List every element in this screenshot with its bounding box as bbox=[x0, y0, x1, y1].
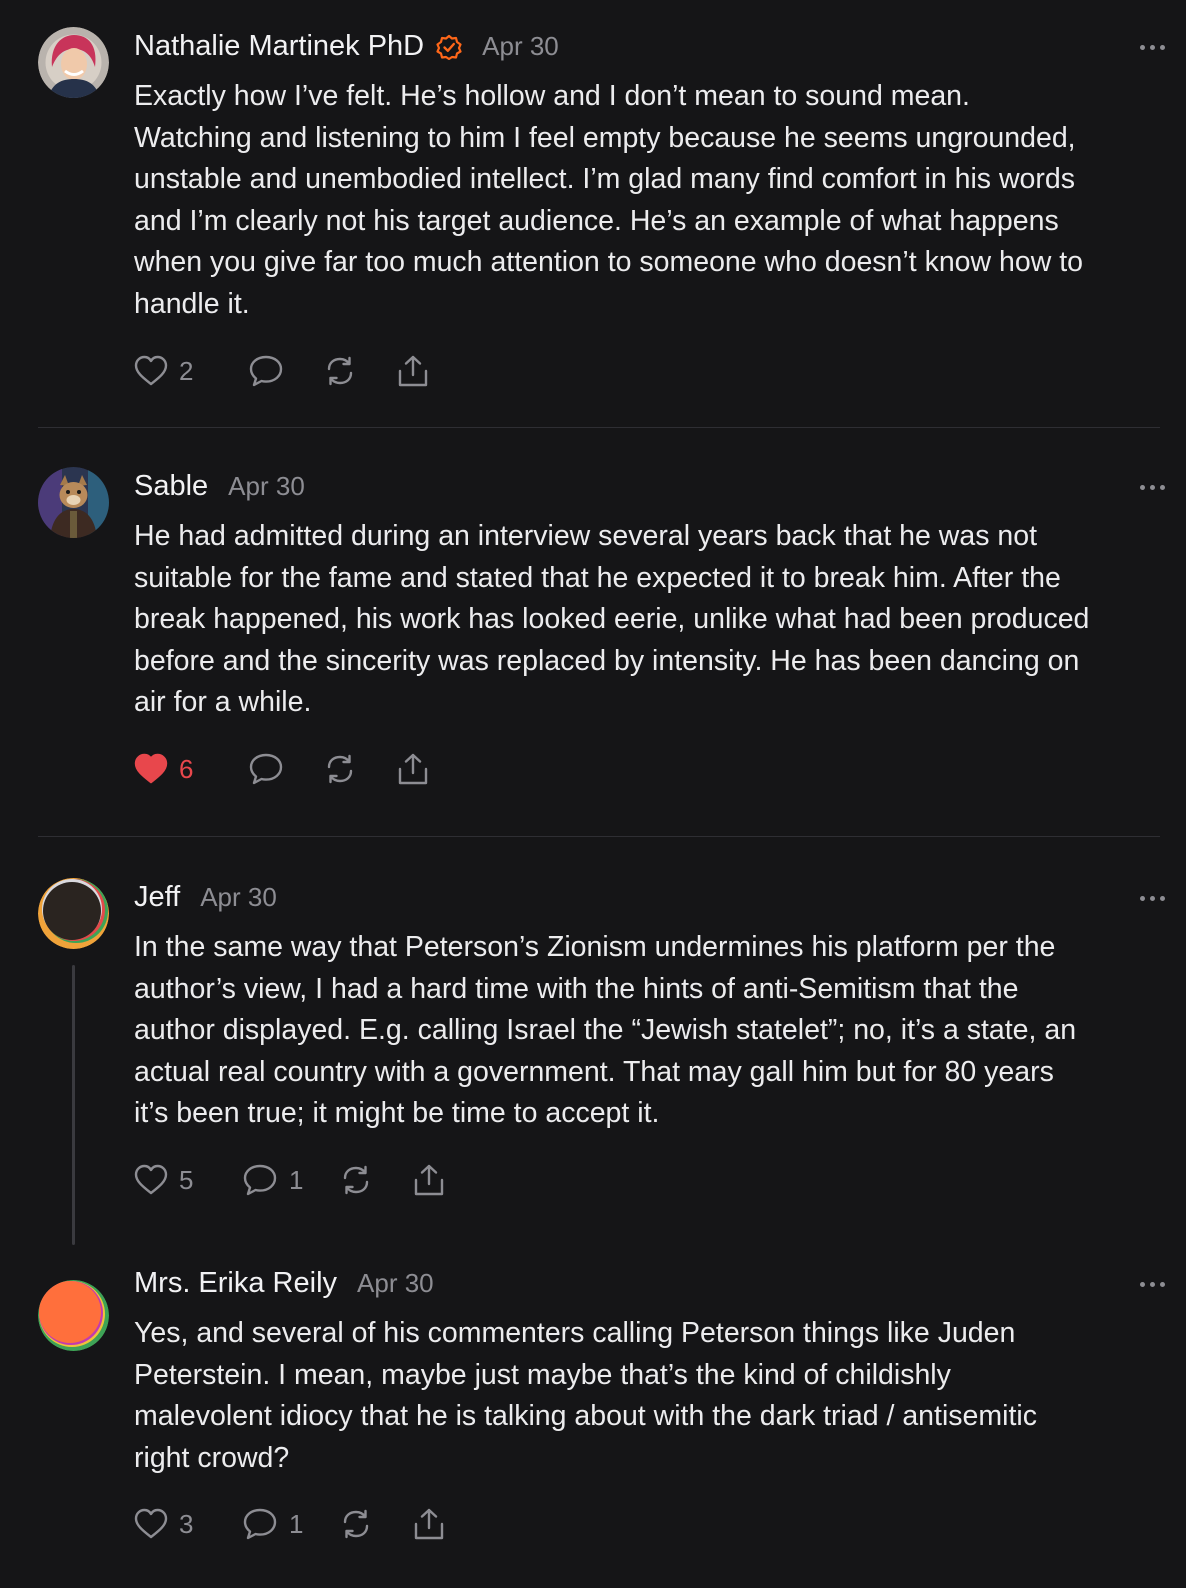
comment-card: Mrs. Erika Reily Apr 30 Yes, and several… bbox=[0, 1257, 1186, 1588]
comment-text: Exactly how I’ve felt. He’s hollow and I… bbox=[134, 80, 1083, 320]
thread-line bbox=[72, 965, 75, 1245]
share-icon bbox=[398, 753, 428, 785]
comment-bubble-icon bbox=[243, 1164, 277, 1196]
more-options-icon[interactable] bbox=[1140, 894, 1166, 902]
heart-icon bbox=[134, 355, 168, 386]
reply-count: 1 bbox=[289, 1164, 304, 1195]
comment-card: Nathalie Martinek PhD Apr 30 Exactly how… bbox=[0, 0, 1186, 426]
avatar[interactable] bbox=[38, 467, 109, 538]
share-icon bbox=[414, 1164, 444, 1196]
like-count: 5 bbox=[179, 1164, 194, 1195]
restack-icon bbox=[343, 1509, 369, 1539]
author-name[interactable]: Jeff bbox=[134, 881, 180, 914]
avatar[interactable] bbox=[38, 1280, 109, 1351]
author-name[interactable]: Mrs. Erika Reily bbox=[134, 1267, 337, 1300]
restack-icon bbox=[327, 754, 353, 784]
more-options-icon[interactable] bbox=[1140, 483, 1166, 491]
restack-button[interactable] bbox=[322, 351, 358, 391]
comment-actions: 5 1 bbox=[134, 1160, 734, 1200]
reply-button[interactable]: 1 bbox=[242, 1160, 303, 1200]
comment-header: Mrs. Erika Reily Apr 30 bbox=[134, 1267, 434, 1300]
share-button[interactable] bbox=[396, 351, 430, 391]
comment-bubble-icon bbox=[249, 753, 283, 785]
comment-actions: 6 bbox=[134, 749, 734, 789]
like-count: 2 bbox=[179, 355, 194, 386]
comment-card: Jeff Apr 30 In the same way that Peterso… bbox=[0, 837, 1186, 1257]
share-icon bbox=[398, 355, 428, 387]
share-icon bbox=[414, 1508, 444, 1540]
reply-button[interactable] bbox=[248, 749, 284, 789]
reply-count: 1 bbox=[289, 1508, 304, 1539]
like-count: 3 bbox=[179, 1508, 194, 1539]
comment-date: Apr 30 bbox=[228, 471, 305, 501]
comment-header: Nathalie Martinek PhD Apr 30 bbox=[134, 30, 559, 63]
share-button[interactable] bbox=[412, 1504, 446, 1544]
heart-icon bbox=[134, 1508, 168, 1539]
comment-header: Jeff Apr 30 bbox=[134, 881, 277, 914]
comment-date: Apr 30 bbox=[200, 882, 277, 912]
like-button[interactable]: 3 bbox=[134, 1504, 193, 1544]
like-button[interactable]: 5 bbox=[134, 1160, 193, 1200]
restack-icon bbox=[343, 1165, 369, 1195]
comment-actions: 3 1 bbox=[134, 1504, 734, 1544]
author-name[interactable]: Nathalie Martinek PhD bbox=[134, 30, 424, 63]
more-options-icon[interactable] bbox=[1140, 1280, 1166, 1288]
comment-date: Apr 30 bbox=[482, 31, 559, 61]
restack-icon bbox=[327, 356, 353, 386]
avatar[interactable] bbox=[38, 27, 109, 98]
comment-bubble-icon bbox=[249, 355, 283, 387]
author-name[interactable]: Sable bbox=[134, 470, 208, 503]
comment-text: Yes, and several of his commenters calli… bbox=[134, 1317, 1037, 1474]
verified-badge-icon bbox=[436, 34, 462, 60]
like-button[interactable]: 2 bbox=[134, 351, 193, 391]
comment-card: Sable Apr 30 He had admitted during an i… bbox=[0, 428, 1186, 826]
comment-date: Apr 30 bbox=[357, 1268, 434, 1298]
comment-text: In the same way that Peterson’s Zionism … bbox=[134, 931, 1077, 1129]
avatar[interactable] bbox=[38, 878, 109, 949]
share-button[interactable] bbox=[412, 1160, 446, 1200]
comment-bubble-icon bbox=[243, 1508, 277, 1540]
reply-button[interactable]: 1 bbox=[242, 1504, 303, 1544]
like-count: 6 bbox=[179, 753, 194, 784]
restack-button[interactable] bbox=[322, 749, 358, 789]
comment-text: He had admitted during an interview seve… bbox=[134, 520, 1090, 718]
restack-button[interactable] bbox=[338, 1160, 374, 1200]
restack-button[interactable] bbox=[338, 1504, 374, 1544]
reply-button[interactable] bbox=[248, 351, 284, 391]
heart-icon bbox=[134, 753, 168, 784]
share-button[interactable] bbox=[396, 749, 430, 789]
heart-icon bbox=[134, 1164, 168, 1195]
more-options-icon[interactable] bbox=[1140, 43, 1166, 51]
like-button[interactable]: 6 bbox=[134, 749, 193, 789]
comment-header: Sable Apr 30 bbox=[134, 470, 305, 503]
comment-actions: 2 bbox=[134, 351, 734, 391]
